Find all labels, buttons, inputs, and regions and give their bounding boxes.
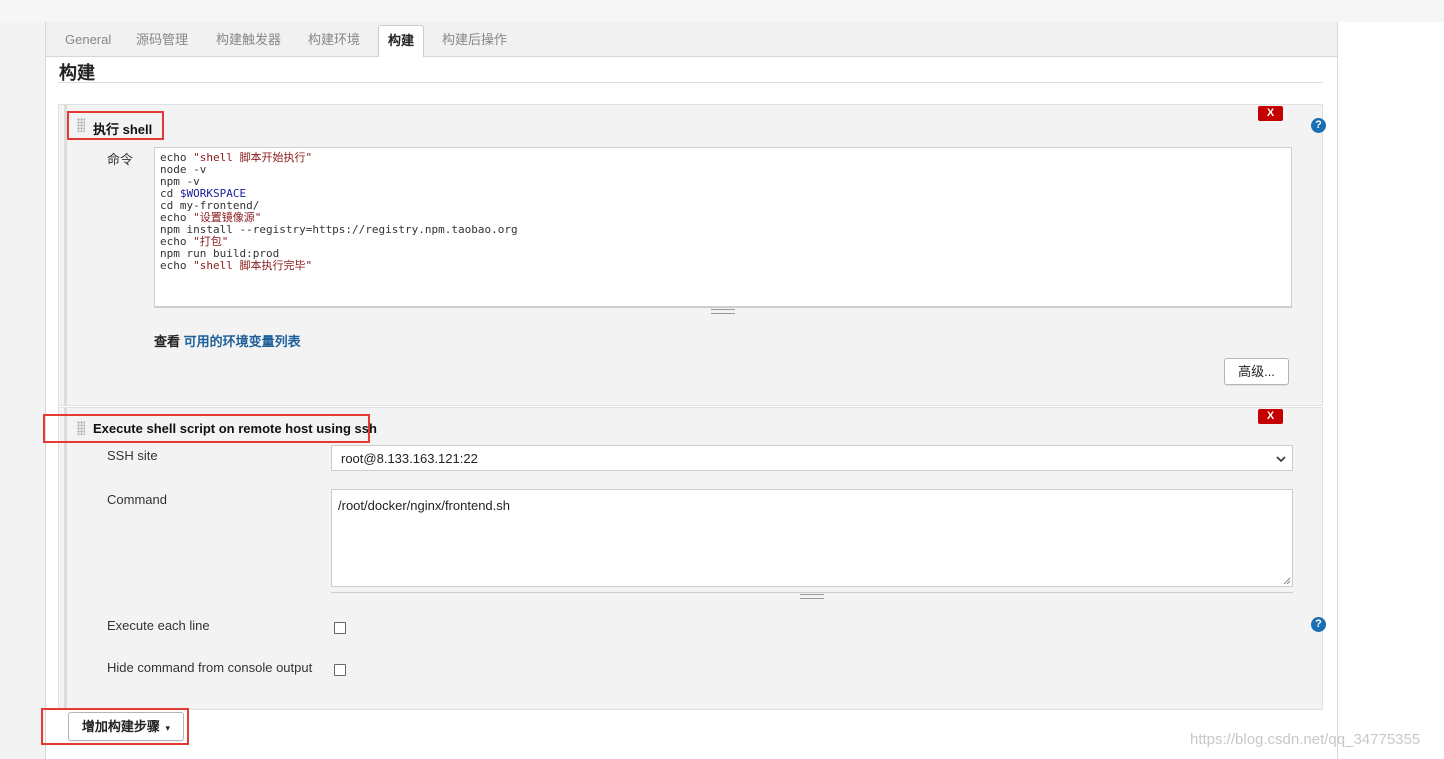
editor-resize-handle[interactable]	[154, 307, 1292, 314]
caret-down-icon: ▾	[165, 723, 171, 733]
advanced-button[interactable]: 高级...	[1224, 358, 1289, 385]
textarea-resize-handle[interactable]	[331, 592, 1293, 599]
resize-grip-icon[interactable]	[1283, 577, 1291, 585]
add-build-step-button[interactable]: 增加构建步骤 ▾	[68, 712, 184, 741]
tab-build-triggers[interactable]: 构建触发器	[216, 22, 281, 56]
code-line: cd my-frontend/	[160, 199, 260, 212]
command-editor[interactable]: echo "shell 脚本开始执行" node -v npm -v cd $W…	[154, 147, 1292, 307]
code-line: cd $WORKSPACE	[160, 187, 247, 200]
ssh-site-value: root@8.133.163.121:22	[341, 451, 478, 466]
code-line: node -v	[160, 163, 207, 176]
code-line: echo "shell 脚本执行完毕"	[160, 259, 313, 272]
code-line: echo "打包"	[160, 235, 229, 248]
tab-build[interactable]: 构建	[378, 25, 425, 57]
env-vars-line: 查看 可用的环境变量列表	[154, 331, 301, 350]
code-line: echo "shell 脚本开始执行"	[160, 151, 313, 164]
hide-command-label: Hide command from console output	[107, 660, 313, 675]
help-icon[interactable]: ?	[1311, 118, 1326, 133]
tab-build-environment[interactable]: 构建环境	[308, 22, 360, 56]
watermark: https://blog.csdn.net/qq_34775355	[1190, 731, 1421, 748]
highlight-box	[43, 414, 370, 443]
highlight-box	[67, 111, 164, 140]
build-step-ssh: Execute shell script on remote host usin…	[43, 407, 1326, 710]
top-strip	[0, 0, 1444, 22]
step-drag-bar	[64, 408, 67, 709]
execute-each-line-label: Execute each line	[107, 618, 210, 633]
delete-step-button[interactable]: X	[1258, 409, 1283, 424]
command-textarea[interactable]: /root/docker/nginx/frontend.sh	[331, 489, 1293, 587]
ssh-site-select[interactable]: root@8.133.163.121:22	[331, 445, 1293, 471]
code-line: npm install --registry=https://registry.…	[160, 223, 518, 236]
execute-each-line-checkbox[interactable]	[334, 622, 346, 634]
tab-post-build[interactable]: 构建后操作	[442, 22, 507, 56]
section-divider	[58, 82, 1323, 83]
code-line: npm run build:prod	[160, 247, 280, 260]
build-step-shell: 执行 shell X ? 命令 echo "shell 脚本开始执行" node…	[58, 104, 1326, 406]
tab-bar: General 源码管理 构建触发器 构建环境 构建 构建后操作	[46, 22, 1337, 57]
config-page: General 源码管理 构建触发器 构建环境 构建 构建后操作 构建 执行 s…	[41, 22, 1338, 759]
code-line: npm -v	[160, 175, 200, 188]
ssh-site-label: SSH site	[107, 448, 158, 463]
chevron-down-icon	[1276, 446, 1286, 482]
command-value: /root/docker/nginx/frontend.sh	[338, 498, 510, 513]
delete-step-button[interactable]: X	[1258, 106, 1283, 121]
help-icon[interactable]: ?	[1311, 617, 1326, 632]
add-build-step-label: 增加构建步骤	[81, 719, 160, 734]
env-vars-link[interactable]: 可用的环境变量列表	[184, 334, 301, 349]
tab-general[interactable]: General	[65, 22, 111, 56]
tab-scm[interactable]: 源码管理	[136, 22, 188, 56]
command-label: Command	[107, 492, 167, 507]
step-drag-bar	[64, 105, 67, 405]
command-label: 命令	[107, 152, 134, 167]
right-margin	[1337, 22, 1444, 759]
env-prefix: 查看	[154, 334, 181, 349]
hide-command-checkbox[interactable]	[334, 664, 346, 676]
